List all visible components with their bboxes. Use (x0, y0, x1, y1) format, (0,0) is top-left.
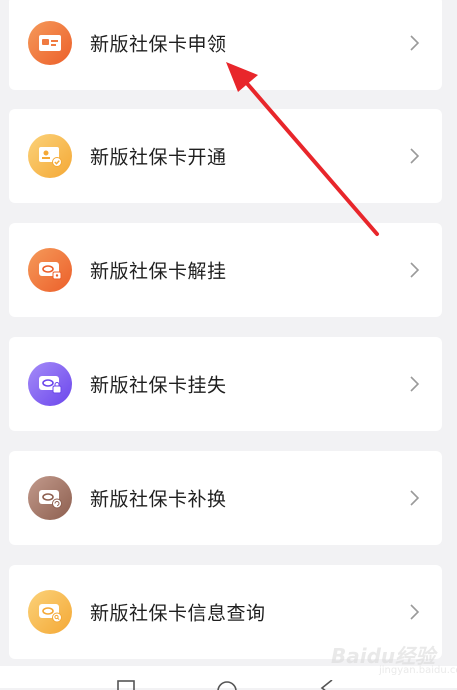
card-search-icon (28, 590, 72, 634)
menu-item-label: 新版社保卡开通 (90, 146, 227, 169)
menu-item-replace[interactable]: 新版社保卡补换 (9, 451, 442, 545)
chevron-right-icon (410, 148, 420, 164)
card-lock-icon (28, 362, 72, 406)
watermark-sub-text: jingyan.baidu.com (379, 665, 457, 676)
menu-item-unlock[interactable]: 新版社保卡解挂 (9, 223, 442, 317)
chevron-right-icon (410, 35, 420, 51)
card-unlock-icon (28, 248, 72, 292)
menu-item-label: 新版社保卡申领 (90, 33, 227, 56)
id-card-check-icon (28, 134, 72, 178)
recent-apps-icon[interactable] (117, 680, 135, 690)
card-replace-icon (28, 476, 72, 520)
chevron-right-icon (410, 490, 420, 506)
home-icon[interactable] (216, 680, 238, 690)
id-card-icon (28, 21, 72, 65)
menu-item-label: 新版社保卡挂失 (90, 374, 227, 397)
baidu-jingyan-watermark: Baidu经验 jingyan.baidu.com (331, 636, 457, 680)
menu-item-report-loss[interactable]: 新版社保卡挂失 (9, 337, 442, 431)
chevron-right-icon (410, 376, 420, 392)
chevron-right-icon (410, 262, 420, 278)
menu-item-apply[interactable]: 新版社保卡申领 (9, 0, 442, 90)
back-icon[interactable] (318, 680, 336, 690)
chevron-right-icon (410, 604, 420, 620)
menu-item-label: 新版社保卡信息查询 (90, 602, 266, 625)
menu-item-label: 新版社保卡解挂 (90, 260, 227, 283)
menu-item-label: 新版社保卡补换 (90, 488, 227, 511)
menu-item-activate[interactable]: 新版社保卡开通 (9, 109, 442, 203)
